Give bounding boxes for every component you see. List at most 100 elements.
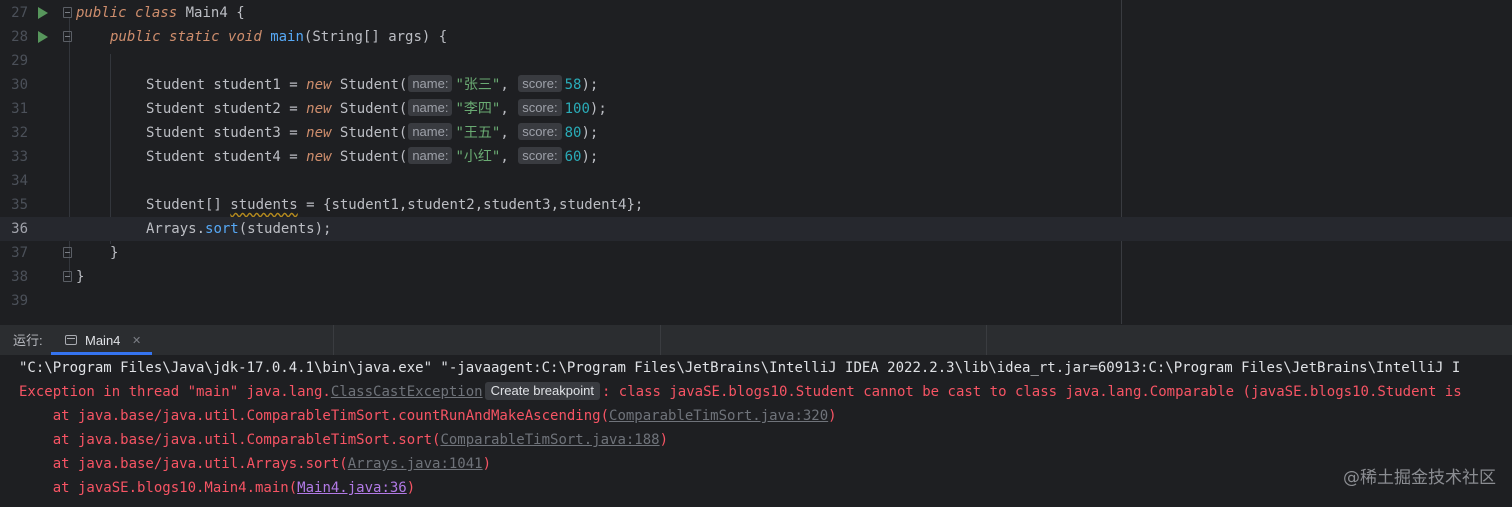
source-link[interactable]: ComparableTimSort.java:188 — [440, 432, 659, 448]
code-text: Student student2 = — [146, 101, 307, 117]
tab-main4[interactable]: Main4 ✕ — [56, 325, 152, 355]
keyword: class — [135, 5, 178, 21]
exception-text: Exception in thread "main" java.lang. — [19, 384, 331, 400]
stack-frame: at java.base/java.util.ComparableTimSort… — [19, 428, 668, 452]
keyword: public — [76, 5, 127, 21]
param-hint: score: — [518, 75, 562, 92]
source-link[interactable]: Main4.java:36 — [297, 480, 407, 496]
number-literal: 60 — [564, 149, 582, 165]
source-link[interactable]: ComparableTimSort.java:320 — [609, 408, 828, 424]
run-console[interactable]: "C:\Program Files\Java\jdk-17.0.4.1\bin\… — [0, 355, 1512, 507]
run-label: 运行: — [13, 333, 43, 348]
class-name: Main4 — [185, 5, 228, 21]
keyword: public — [110, 29, 161, 45]
exception-message: : class javaSE.blogs10.Student cannot be… — [601, 384, 1462, 400]
stack-frame: at java.base/java.util.Arrays.sort(Array… — [19, 452, 491, 476]
code-text: (String[] args) { — [303, 29, 448, 45]
code-text: Student( — [339, 125, 408, 141]
line-number: 36 — [11, 221, 28, 237]
keyword: new — [306, 125, 332, 141]
console-command-line: "C:\Program Files\Java\jdk-17.0.4.1\bin\… — [19, 360, 1461, 376]
line-number: 28 — [11, 29, 28, 45]
keyword: static — [169, 29, 220, 45]
param-hint: name: — [408, 147, 453, 164]
code-editor[interactable]: 27 public class Main4 { 28 public static… — [0, 0, 1512, 324]
divider — [986, 325, 987, 355]
code-line-32[interactable]: 32 Student student3 = new Student(name: "… — [0, 121, 1512, 145]
watermark: @稀土掘金技术社区 — [1343, 468, 1496, 488]
console-icon — [65, 335, 77, 345]
run-gutter-icon[interactable] — [38, 7, 48, 19]
param-hint: name: — [408, 75, 453, 92]
param-hint: score: — [518, 147, 562, 164]
source-link[interactable]: Arrays.java:1041 — [348, 456, 483, 472]
method-name: main — [270, 29, 304, 45]
line-number: 30 — [11, 77, 28, 93]
code-text: = {student1,student2,student3,student4}; — [297, 197, 644, 213]
code-text: Student( — [339, 77, 408, 93]
code-line-38[interactable]: 38 } — [0, 265, 1512, 289]
code-text: ); — [581, 149, 599, 165]
keyword: new — [306, 149, 332, 165]
keyword: new — [306, 77, 332, 93]
line-number: 33 — [11, 149, 28, 165]
brace: } — [76, 269, 85, 285]
code-line-35[interactable]: 35 Student[] students = {student1,studen… — [0, 193, 1512, 217]
string-literal: "李四" — [455, 101, 501, 117]
code-line-30[interactable]: 30 Student student1 = new Student(name: "… — [0, 73, 1512, 97]
code-text: ); — [581, 77, 599, 93]
stack-text: at java.base/java.util.ComparableTimSort… — [19, 408, 610, 424]
code-line-27[interactable]: 27 public class Main4 { — [0, 1, 1512, 25]
create-breakpoint-button[interactable]: Create breakpoint — [484, 382, 600, 400]
fold-icon[interactable] — [63, 31, 72, 42]
stack-text: ) — [482, 456, 492, 472]
code-text: ); — [581, 125, 599, 141]
line-number: 27 — [11, 5, 28, 21]
string-literal: "小红" — [455, 149, 501, 165]
run-gutter-icon[interactable] — [38, 31, 48, 43]
string-literal: "张三" — [455, 77, 501, 93]
code-line-34[interactable]: 34 — [0, 169, 1512, 193]
line-number: 39 — [11, 293, 28, 309]
divider — [660, 325, 661, 355]
line-number: 35 — [11, 197, 28, 213]
stack-text: at java.base/java.util.ComparableTimSort… — [19, 432, 441, 448]
code-text: ); — [589, 101, 607, 117]
code-text: Student student4 = — [146, 149, 307, 165]
code-line-29[interactable]: 29 — [0, 49, 1512, 73]
line-number: 29 — [11, 53, 28, 69]
brace: { — [227, 5, 245, 21]
code-line-28[interactable]: 28 public static void main(String[] args… — [0, 25, 1512, 49]
code-line-33[interactable]: 33 Student student4 = new Student(name: "… — [0, 145, 1512, 169]
code-line-39[interactable]: 39 — [0, 289, 1512, 313]
fold-icon[interactable] — [63, 7, 72, 18]
code-text: Arrays. — [146, 221, 206, 237]
number-literal: 100 — [564, 101, 590, 117]
line-number: 34 — [11, 173, 28, 189]
brace: } — [110, 245, 119, 261]
fold-icon[interactable] — [63, 247, 72, 258]
param-hint: name: — [408, 99, 453, 116]
stack-text: ) — [828, 408, 837, 424]
code-line-37[interactable]: 37 } — [0, 241, 1512, 265]
code-text: Student[] — [146, 197, 231, 213]
code-text: Student( — [339, 149, 408, 165]
line-number: 32 — [11, 125, 28, 141]
fold-icon[interactable] — [63, 271, 72, 282]
line-number: 31 — [11, 101, 28, 117]
stack-text: at java.base/java.util.Arrays.sort( — [19, 456, 348, 472]
keyword: new — [306, 101, 332, 117]
exception-class-link[interactable]: ClassCastException — [331, 384, 483, 400]
number-literal: 80 — [564, 125, 582, 141]
code-text: Student( — [339, 101, 408, 117]
divider — [333, 325, 334, 355]
string-literal: "王五" — [455, 125, 501, 141]
line-number: 37 — [11, 245, 28, 261]
code-line-36[interactable]: 36 Arrays.sort(students); — [0, 217, 1512, 241]
code-line-31[interactable]: 31 Student student2 = new Student(name: "… — [0, 97, 1512, 121]
run-tool-window-header: 运行: Main4 ✕ — [0, 324, 1512, 355]
stack-text: ) — [659, 432, 669, 448]
warning-variable[interactable]: students — [230, 197, 297, 213]
param-hint: score: — [518, 123, 562, 140]
stack-text: ) — [406, 480, 416, 496]
